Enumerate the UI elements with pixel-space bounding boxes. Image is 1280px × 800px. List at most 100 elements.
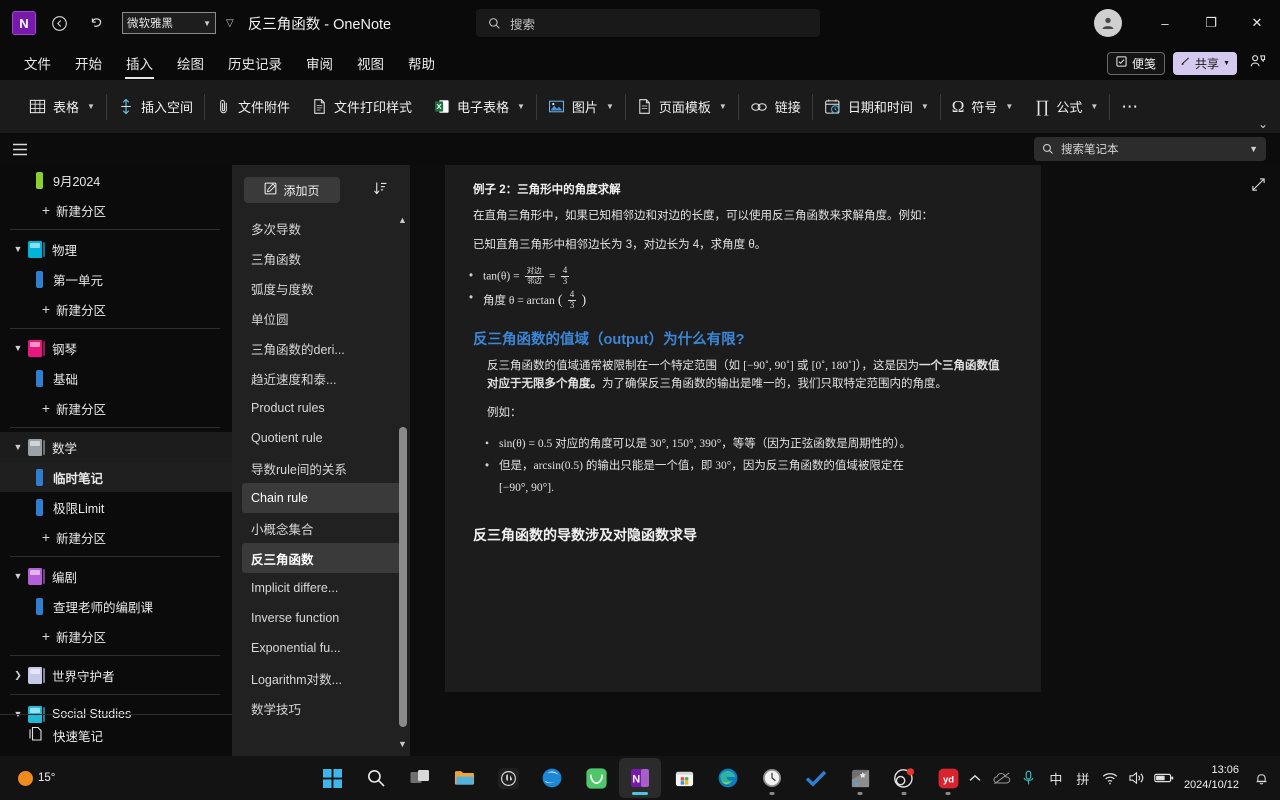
file-attachment-button[interactable]: 文件附件 (205, 90, 301, 124)
new-section-button[interactable]: + 新建分区 (0, 621, 232, 651)
scroll-up-icon[interactable]: ▲ (397, 215, 408, 225)
section-极限Limit[interactable]: 极限Limit (0, 492, 232, 522)
account-avatar[interactable] (1094, 9, 1122, 37)
notebook-编剧[interactable]: ▼ 编剧 (0, 561, 232, 591)
show-hidden-icons-button[interactable] (962, 758, 988, 798)
more-commands-button[interactable]: ⋯ (1110, 90, 1150, 124)
page-item-3[interactable]: 单位圆 (242, 303, 400, 333)
tab-help[interactable]: 帮助 (398, 49, 445, 78)
page-item-13[interactable]: Inverse function (242, 603, 400, 633)
page-item-12[interactable]: Implicit differe... (242, 573, 400, 603)
insert-table-button[interactable]: 表格 ▼ (18, 90, 106, 124)
minimize-button[interactable]: – (1142, 0, 1188, 46)
page-item-8[interactable]: 导数rule间的关系 (242, 453, 400, 483)
page-item-5[interactable]: 趋近速度和泰... (242, 363, 400, 393)
notebook-数学[interactable]: ▼ 数学 (0, 432, 232, 462)
microphone-icon[interactable] (1016, 758, 1042, 798)
obs-button[interactable] (883, 758, 925, 798)
clock-app-button[interactable] (751, 758, 793, 798)
tab-home[interactable]: 开始 (65, 49, 112, 78)
section-查理老师的编剧课[interactable]: 查理老师的编剧课 (0, 591, 232, 621)
wifi-icon[interactable] (1097, 758, 1123, 798)
tab-insert[interactable]: 插入 (116, 49, 163, 79)
section-第一单元[interactable]: 第一单元 (0, 264, 232, 294)
note-page-content[interactable]: 例子 2：三角形中的角度求解 在直角三角形中，如果已知相邻边和对边的长度，可以使… (445, 165, 1041, 692)
tab-history[interactable]: 历史记录 (218, 49, 292, 78)
new-section-button[interactable]: + 新建分区 (0, 294, 232, 324)
tab-view[interactable]: 视图 (347, 49, 394, 78)
page-item-10[interactable]: 小概念集合 (242, 513, 400, 543)
onedrive-icon[interactable] (989, 758, 1015, 798)
file-printout-button[interactable]: 文件打印样式 (301, 90, 423, 124)
page-item-6[interactable]: Product rules (242, 393, 400, 423)
page-item-2[interactable]: 弧度与度数 (242, 273, 400, 303)
section-基础[interactable]: 基础 (0, 363, 232, 393)
search-input[interactable]: 搜索 (476, 9, 820, 37)
bell-icon[interactable] (1248, 758, 1274, 798)
app-browser-button[interactable] (531, 758, 573, 798)
page-item-4[interactable]: 三角函数的deri... (242, 333, 400, 363)
notebook-世界守护者[interactable]: ❯ 世界守护者 (0, 660, 232, 690)
undo-icon[interactable] (82, 8, 112, 38)
equation-button[interactable]: ∏ 公式 ▼ (1024, 90, 1109, 124)
close-button[interactable]: ✕ (1234, 0, 1280, 46)
app-chat-button[interactable] (575, 758, 617, 798)
start-button[interactable] (311, 758, 353, 798)
page-item-1[interactable]: 三角函数 (242, 243, 400, 273)
expand-icon[interactable] (1251, 177, 1266, 195)
page-item-15[interactable]: Logarithm对数... (242, 663, 400, 693)
volume-icon[interactable] (1124, 758, 1150, 798)
battery-icon[interactable] (1151, 758, 1177, 798)
edge-button[interactable] (707, 758, 749, 798)
notebook-search-input[interactable]: 搜索笔记本 ▼ (1034, 137, 1266, 161)
app-unreal-button[interactable] (487, 758, 529, 798)
microsoft-store-button[interactable] (663, 758, 705, 798)
back-arrow-icon[interactable] (44, 8, 74, 38)
collapse-ribbon-button[interactable]: ⌄ (1258, 117, 1268, 131)
search-button[interactable] (355, 758, 397, 798)
section-9月2024[interactable]: 9月2024 (0, 165, 232, 195)
customize-quick-access-icon[interactable]: ▽ (226, 18, 234, 29)
quick-notes-button[interactable]: 快速笔记 (0, 714, 232, 756)
symbol-button[interactable]: Ω 符号 ▼ (941, 90, 1025, 124)
insert-space-button[interactable]: 插入空间 (107, 90, 204, 124)
share-button[interactable]: 共享 ▼ (1173, 51, 1237, 75)
page-template-button[interactable]: 页面模板 ▼ (626, 90, 738, 124)
tab-draw[interactable]: 绘图 (167, 49, 214, 78)
notebook-物理[interactable]: ▼ 物理 (0, 234, 232, 264)
chevron-down-icon[interactable]: ▼ (1249, 144, 1258, 154)
page-item-current[interactable]: 反三角函数 (242, 543, 400, 573)
hamburger-icon[interactable] (8, 137, 32, 161)
clock-button[interactable]: 13:06 2024/10/12 (1178, 763, 1247, 793)
spreadsheet-button[interactable]: X 电子表格 ▼ (423, 90, 536, 124)
scroll-down-icon[interactable]: ▼ (397, 739, 408, 749)
sticky-notes-button[interactable]: 便笺 (1107, 51, 1166, 75)
new-section-button[interactable]: + 新建分区 (0, 393, 232, 423)
task-view-button[interactable] (399, 758, 441, 798)
new-section-button[interactable]: + 新建分区 (0, 522, 232, 552)
tab-file[interactable]: 文件 (14, 49, 61, 78)
new-section-button[interactable]: + 新建分区 (0, 195, 232, 225)
ime-pinyin-icon[interactable]: 拼 (1070, 758, 1096, 798)
page-item-7[interactable]: Quotient rule (242, 423, 400, 453)
page-item-14[interactable]: Exponential fu... (242, 633, 400, 663)
snipping-tool-button[interactable] (839, 758, 881, 798)
file-explorer-button[interactable] (443, 758, 485, 798)
sort-icon[interactable] (373, 181, 388, 199)
todo-button[interactable] (795, 758, 837, 798)
tab-review[interactable]: 审阅 (296, 49, 343, 78)
add-people-icon[interactable] (1245, 53, 1270, 74)
add-page-button[interactable]: 添加页 (244, 177, 340, 203)
font-name-selector[interactable]: 微软雅黑 ▼ (122, 12, 216, 34)
date-time-button[interactable]: 日期和时间 ▼ (813, 90, 940, 124)
maximize-button[interactable]: ❐ (1188, 0, 1234, 46)
section-临时笔记[interactable]: 临时笔记 (0, 462, 232, 492)
page-item-16[interactable]: 数学技巧 (242, 693, 400, 723)
page-item-chain-rule[interactable]: Chain rule (242, 483, 400, 513)
page-item-0[interactable]: 多次导数 (242, 213, 400, 243)
picture-button[interactable]: 图片 ▼ (537, 90, 625, 124)
page-list-scrollbar[interactable] (399, 427, 407, 727)
link-button[interactable]: 链接 (739, 90, 812, 124)
ime-mode-icon[interactable]: 中 (1043, 758, 1069, 798)
notebook-钢琴[interactable]: ▼ 钢琴 (0, 333, 232, 363)
